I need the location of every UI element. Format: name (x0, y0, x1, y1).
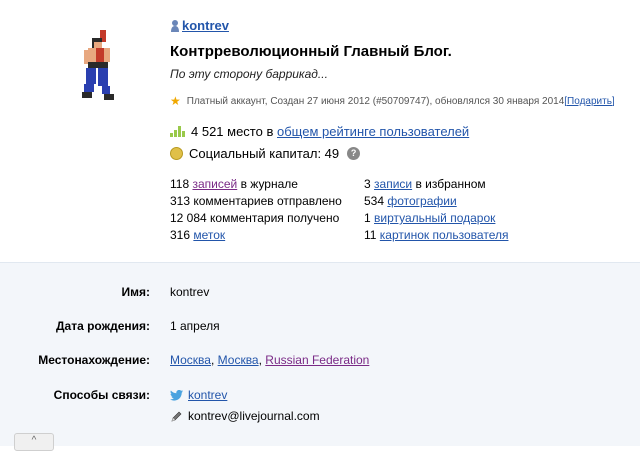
stat-favorites-count: 3 (364, 177, 375, 191)
stat-comments-received: 12 084 комментария получено (170, 210, 342, 227)
tags-link[interactable]: меток (193, 228, 225, 242)
name-value: kontrev (170, 285, 210, 299)
birthday-label: Дата рождения: (55, 319, 150, 333)
stat-gifts: 1 виртуальный подарок (364, 210, 508, 227)
stat-entries: 118 записей в журнале (170, 176, 342, 193)
email-text: kontrev@livejournal.com (188, 409, 320, 423)
location-country-link[interactable]: Russian Federation (265, 353, 369, 367)
user-icon (171, 20, 179, 32)
birthday-value: 1 апреля (170, 319, 220, 333)
profile-details-panel: Имя: kontrev Дата рождения: 1 апреля Мес… (0, 262, 640, 446)
username-link[interactable]: kontrev (182, 18, 229, 33)
name-label: Имя: (121, 285, 151, 299)
rating-row: 4 521 место в общем рейтинге пользовател… (170, 124, 469, 139)
stat-entries-count: 118 (170, 177, 193, 191)
stat-tags-count: 316 (170, 228, 194, 242)
username-row: kontrev (170, 18, 229, 33)
account-info-row: ★ Платный аккаунт, Создан 27 июня 2012 (… (170, 94, 615, 108)
twitter-icon (170, 389, 183, 401)
stats-left-column: 118 записей в журнале 313 комментариев о… (170, 176, 342, 244)
scroll-top-button[interactable]: ^ (14, 433, 54, 451)
stat-comments-received-text: 12 084 комментария получено (170, 211, 340, 225)
pencil-icon (171, 411, 182, 421)
blog-title: Контрреволюционный Главный Блог. (170, 43, 452, 60)
star-icon: ★ (170, 94, 181, 108)
coin-icon (170, 147, 183, 160)
stat-entries-suffix: в журнале (237, 177, 298, 191)
location-value: Москва, Москва, Russian Federation (170, 353, 370, 367)
stat-comments-sent: 313 комментариев отправлено (170, 193, 342, 210)
favorites-link[interactable]: записи (374, 177, 412, 191)
social-capital-text: Социальный капитал: 49 (189, 146, 340, 161)
entries-link[interactable]: записей (192, 177, 237, 191)
chevron-up-icon: ^ (31, 435, 37, 446)
rating-text: 4 521 место в (191, 124, 274, 139)
twitter-link[interactable]: kontrev (188, 388, 227, 402)
gifts-link[interactable]: виртуальный подарок (374, 211, 495, 225)
stat-userpics-count: 11 (364, 228, 380, 242)
stat-userpics: 11 картинок пользователя (364, 227, 508, 244)
location-label: Местонахождение: (38, 353, 150, 367)
stat-favorites: 3 записи в избранном (364, 176, 508, 193)
email-contact: kontrev@livejournal.com (170, 409, 320, 423)
stat-photos-count: 534 (364, 194, 388, 208)
twitter-contact: kontrev (170, 388, 227, 402)
rating-link[interactable]: общем рейтинге пользователей (277, 124, 469, 139)
stat-tags: 316 меток (170, 227, 342, 244)
stats-right-column: 3 записи в избранном 534 фотографии 1 ви… (364, 176, 508, 244)
stat-favorites-suffix: в избранном (412, 177, 486, 191)
stat-comments-sent-text: 313 комментариев отправлено (170, 194, 342, 208)
gift-link[interactable]: [Подарить] (564, 96, 614, 107)
location-region-link[interactable]: Москва (218, 353, 259, 367)
stat-photos: 534 фотографии (364, 193, 508, 210)
social-capital-row: Социальный капитал: 49 ? (170, 146, 361, 161)
userpic-avatar[interactable] (78, 30, 120, 100)
stat-gifts-count: 1 (364, 211, 375, 225)
help-icon[interactable]: ? (347, 147, 361, 160)
photos-link[interactable]: фотографии (387, 194, 456, 208)
location-city-link[interactable]: Москва (170, 353, 211, 367)
userpics-link[interactable]: картинок пользователя (380, 228, 509, 242)
contacts-label: Способы связи: (53, 388, 150, 402)
account-info-text: Платный аккаунт, Создан 27 июня 2012 (#5… (186, 95, 565, 107)
blog-subtitle: По эту сторону баррикад... (170, 67, 328, 81)
rating-bars-icon (170, 126, 186, 137)
